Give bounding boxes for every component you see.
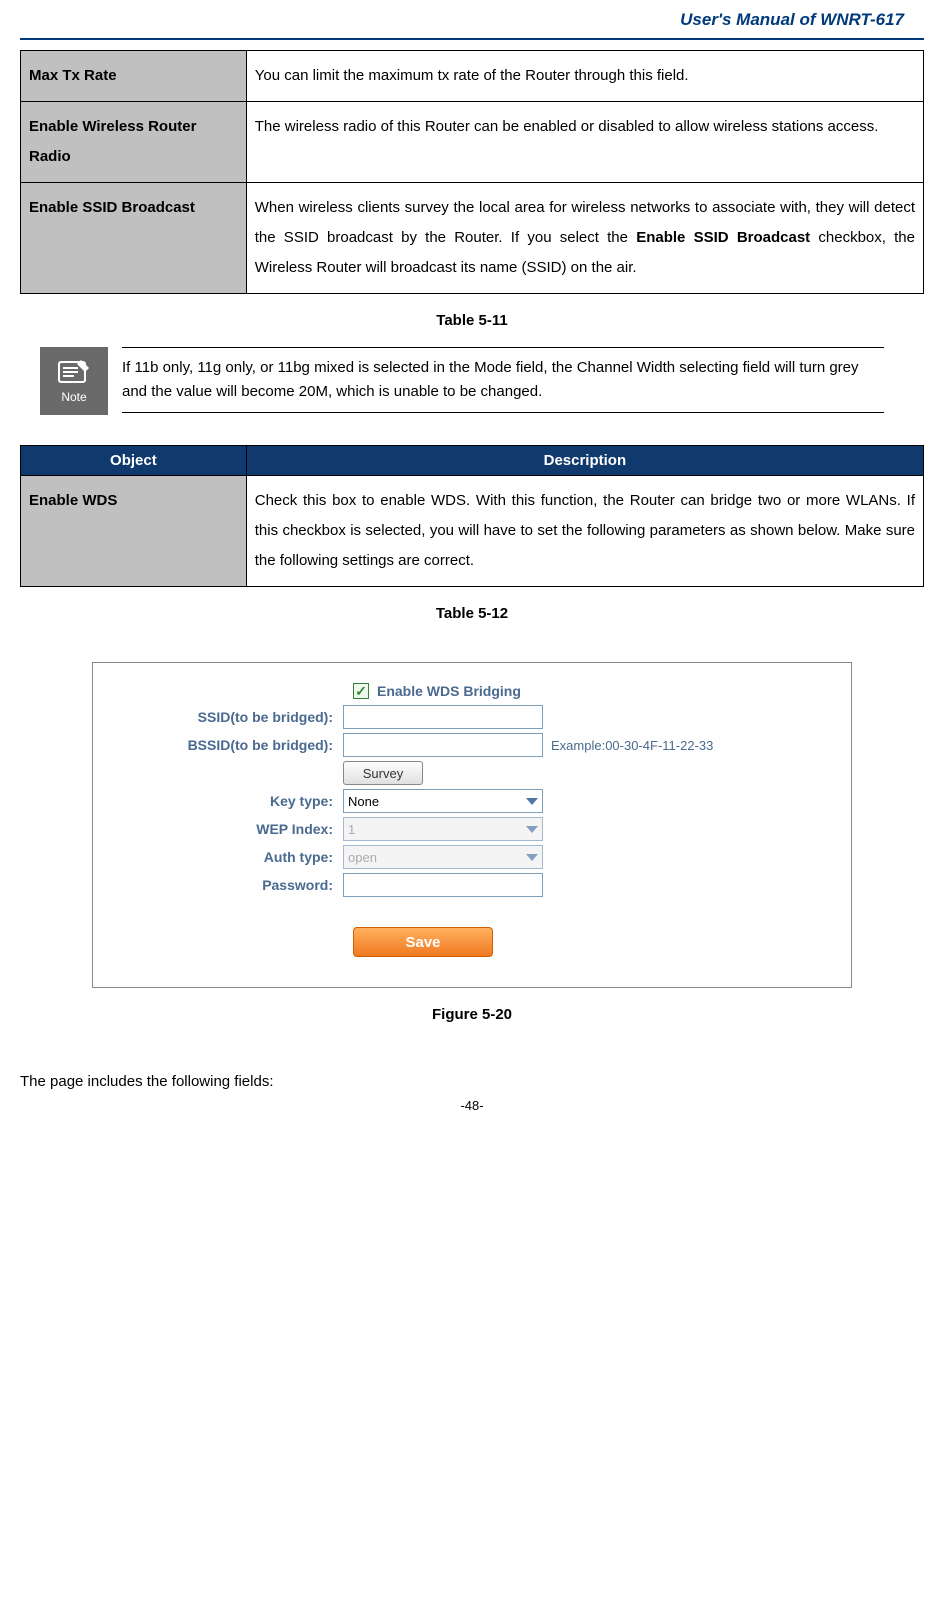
key-type-label: Key type: [133, 793, 343, 809]
page-number: -48- [20, 1098, 924, 1113]
param-desc: You can limit the maximum tx rate of the… [246, 51, 923, 102]
table-row: Enable WDS Check this box to enable WDS.… [21, 476, 924, 587]
table-row: Enable Wireless Router Radio The wireles… [21, 102, 924, 183]
param-desc: The wireless radio of this Router can be… [246, 102, 923, 183]
save-button[interactable]: Save [353, 927, 493, 957]
key-type-select[interactable]: None [343, 789, 543, 813]
note-text: If 11b only, 11g only, or 11bg mixed is … [122, 347, 884, 413]
column-header-description: Description [246, 446, 923, 476]
table-5-12-caption: Table 5-12 [20, 605, 924, 622]
password-label: Password: [133, 877, 343, 893]
bssid-example-text: Example:00-30-4F-11-22-33 [551, 738, 713, 753]
survey-button[interactable]: Survey [343, 761, 423, 785]
password-input[interactable] [343, 873, 543, 897]
auth-type-label: Auth type: [133, 849, 343, 865]
auth-type-select: open [343, 845, 543, 869]
ssid-label: SSID(to be bridged): [133, 709, 343, 725]
note-callout: Note If 11b only, 11g only, or 11bg mixe… [40, 347, 884, 415]
wep-index-select: 1 [343, 817, 543, 841]
table-row: Max Tx Rate You can limit the maximum tx… [21, 51, 924, 102]
note-icon-label: Note [61, 390, 86, 404]
bssid-input[interactable] [343, 733, 543, 757]
page-header-title: User's Manual of WNRT-617 [20, 0, 924, 40]
table-row: Enable SSID Broadcast When wireless clie… [21, 183, 924, 294]
column-header-object: Object [21, 446, 247, 476]
table-5-11-caption: Table 5-11 [20, 312, 924, 329]
note-icon: Note [40, 347, 108, 415]
param-label: Enable WDS [21, 476, 247, 587]
param-label: Enable Wireless Router Radio [21, 102, 247, 183]
footer-intro-text: The page includes the following fields: [20, 1073, 924, 1090]
desc-text-bold: Enable SSID Broadcast [636, 229, 810, 246]
parameters-table-2: Object Description Enable WDS Check this… [20, 445, 924, 587]
bssid-label: BSSID(to be bridged): [133, 737, 343, 753]
enable-wds-checkbox[interactable]: ✓ [353, 683, 369, 699]
param-label: Enable SSID Broadcast [21, 183, 247, 294]
table-header-row: Object Description [21, 446, 924, 476]
wds-config-figure: ✓ Enable WDS Bridging SSID(to be bridged… [92, 662, 852, 988]
wep-index-label: WEP Index: [133, 821, 343, 837]
figure-5-20-caption: Figure 5-20 [20, 1006, 924, 1023]
param-label: Max Tx Rate [21, 51, 247, 102]
parameters-table-1: Max Tx Rate You can limit the maximum tx… [20, 50, 924, 294]
ssid-input[interactable] [343, 705, 543, 729]
param-desc: When wireless clients survey the local a… [246, 183, 923, 294]
param-desc: Check this box to enable WDS. With this … [246, 476, 923, 587]
enable-wds-label: Enable WDS Bridging [377, 683, 521, 699]
